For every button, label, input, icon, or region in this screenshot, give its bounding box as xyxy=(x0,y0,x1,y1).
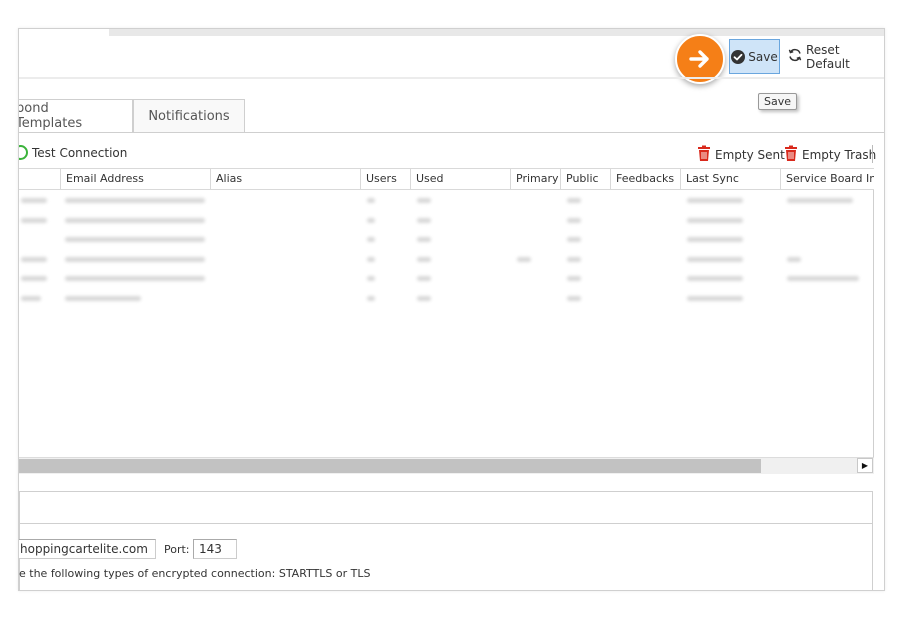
col-header-feedbacks[interactable]: Feedbacks xyxy=(611,169,681,189)
blurred-cell xyxy=(21,276,47,281)
blurred-cell xyxy=(65,198,205,203)
circle-icon xyxy=(19,145,28,160)
grid-header: Email Address Alias Users Used Primary P… xyxy=(19,168,874,190)
blurred-cell xyxy=(21,217,47,223)
col-header-alias[interactable]: Alias xyxy=(211,169,361,189)
blurred-cell xyxy=(417,217,431,223)
blurred-cell xyxy=(367,217,375,223)
reset-label: Reset Default xyxy=(806,42,850,71)
blurred-cell xyxy=(687,217,743,223)
table-row[interactable] xyxy=(19,211,874,231)
blurred-cell xyxy=(567,217,581,223)
scrollbar-thumb[interactable] xyxy=(19,459,761,473)
blurred-cell xyxy=(21,198,47,203)
col-header-service-board-in[interactable]: Service Board In xyxy=(781,169,874,189)
blurred-cell xyxy=(567,198,581,203)
blurred-cell xyxy=(787,198,853,203)
triangle-right-icon: ▶ xyxy=(861,461,869,470)
blurred-cell xyxy=(65,276,205,281)
blurred-cell xyxy=(687,295,743,301)
blurred-cell xyxy=(687,256,743,262)
col-header-last-sync[interactable]: Last Sync xyxy=(681,169,781,189)
top-strip xyxy=(109,29,884,36)
blurred-cell xyxy=(417,276,431,281)
encryption-note: e the following types of encrypted conne… xyxy=(19,567,371,580)
port-field[interactable]: 143 xyxy=(193,539,237,559)
horizontal-scrollbar[interactable]: ▶ xyxy=(19,457,874,474)
blurred-cell xyxy=(687,198,743,203)
blurred-cell xyxy=(517,256,531,262)
col-header-primary[interactable]: Primary xyxy=(511,169,561,189)
app-window: Save Reset Default Save pond Templates N… xyxy=(18,28,885,591)
table-row[interactable] xyxy=(19,289,874,309)
blurred-cell xyxy=(21,295,41,301)
tab-bar: pond Templates Notifications xyxy=(19,99,884,133)
blurred-cell xyxy=(65,237,205,242)
empty-sent-button[interactable]: Empty Sent xyxy=(696,145,785,165)
empty-sent-label: Empty Sent xyxy=(715,148,785,162)
trash-icon xyxy=(783,145,799,165)
blurred-cell xyxy=(567,256,581,262)
server-settings-panel: hoppingcartelite.com Port: 143 e the fol… xyxy=(19,491,873,590)
blurred-cell xyxy=(65,295,141,301)
blurred-cell xyxy=(567,237,581,242)
col-header-name[interactable] xyxy=(19,169,61,189)
blurred-cell xyxy=(367,198,375,203)
save-label: Save xyxy=(748,49,778,64)
blurred-cell xyxy=(567,276,581,281)
table-row[interactable] xyxy=(19,269,874,289)
panel-header-divider xyxy=(20,523,872,524)
port-label: Port: xyxy=(164,543,190,556)
table-row[interactable] xyxy=(19,250,874,270)
blurred-cell xyxy=(687,276,743,281)
blurred-cell xyxy=(367,276,375,281)
col-header-email-address[interactable]: Email Address xyxy=(61,169,211,189)
save-button[interactable]: Save xyxy=(729,39,780,74)
refresh-icon xyxy=(787,47,803,66)
col-header-public[interactable]: Public xyxy=(561,169,611,189)
blurred-cell xyxy=(687,237,743,242)
blurred-cell xyxy=(367,237,375,242)
toolbar-separator xyxy=(872,145,873,163)
test-connection-button[interactable]: Test Connection xyxy=(19,145,128,160)
table-row[interactable] xyxy=(19,230,874,250)
blurred-cell xyxy=(417,237,431,242)
blurred-cell xyxy=(417,198,431,203)
blurred-cell xyxy=(367,295,375,301)
blurred-cell xyxy=(65,256,205,262)
empty-trash-label: Empty Trash xyxy=(802,148,877,162)
blurred-cell xyxy=(417,256,431,262)
col-header-used[interactable]: Used xyxy=(411,169,511,189)
host-field[interactable]: hoppingcartelite.com xyxy=(19,539,156,559)
blurred-cell xyxy=(567,295,581,301)
trash-icon xyxy=(696,145,712,165)
toolbar-divider xyxy=(19,77,884,79)
empty-trash-button[interactable]: Empty Trash xyxy=(783,145,876,165)
blurred-cell xyxy=(65,217,205,223)
table-row[interactable] xyxy=(19,191,874,211)
tab-respond-templates[interactable]: pond Templates xyxy=(19,99,133,132)
tab-notifications[interactable]: Notifications xyxy=(133,99,245,132)
blurred-cell xyxy=(787,276,859,281)
scroll-right-button[interactable]: ▶ xyxy=(857,458,873,473)
test-connection-label: Test Connection xyxy=(32,145,128,160)
blurred-cell xyxy=(21,256,47,262)
grid-rows xyxy=(19,191,874,308)
col-header-users[interactable]: Users xyxy=(361,169,411,189)
reset-default-button[interactable]: Reset Default xyxy=(787,39,884,74)
blurred-cell xyxy=(787,256,801,262)
blurred-cell xyxy=(417,295,431,301)
blurred-cell xyxy=(367,256,375,262)
check-circle-icon xyxy=(731,49,746,64)
